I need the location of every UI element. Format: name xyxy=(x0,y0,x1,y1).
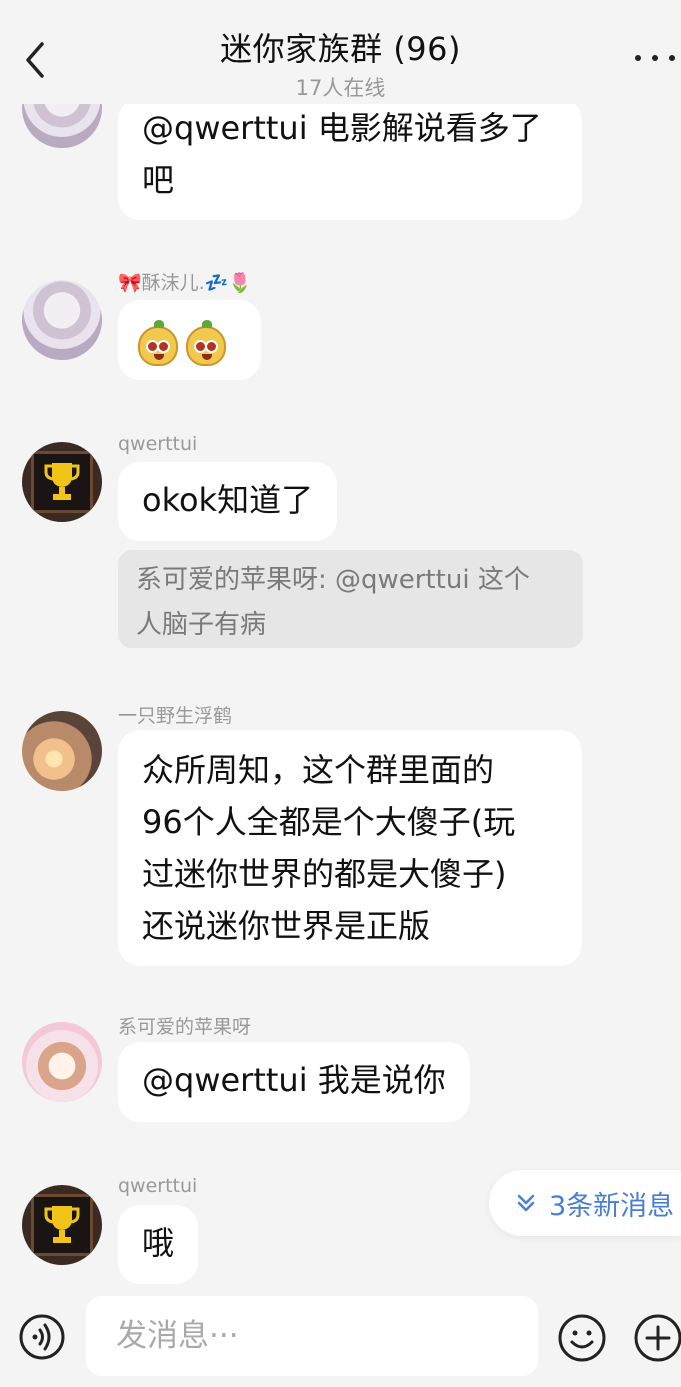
new-messages-button[interactable]: 3条新消息 xyxy=(489,1170,681,1236)
sender-name: 系可爱的苹果呀 xyxy=(118,1016,252,1038)
input-bar xyxy=(0,1287,681,1387)
emoji-icon xyxy=(558,1314,606,1362)
avatar[interactable] xyxy=(22,1185,102,1265)
online-count: 17人在线 xyxy=(295,76,386,100)
voice-icon xyxy=(19,1314,65,1360)
cute-face-emoji-icon xyxy=(186,320,226,366)
avatar[interactable] xyxy=(22,1022,102,1102)
sender-name: qwerttui xyxy=(118,1175,198,1197)
avatar[interactable] xyxy=(22,442,102,522)
message-bubble[interactable]: 哦 xyxy=(118,1205,199,1284)
message-bubble[interactable]: okok知道了 xyxy=(118,462,338,541)
avatar[interactable] xyxy=(22,280,102,360)
new-messages-label: 3条新消息 xyxy=(549,1190,675,1222)
voice-button[interactable] xyxy=(18,1313,66,1361)
trophy-icon xyxy=(44,1206,80,1243)
plus-button[interactable] xyxy=(633,1313,681,1363)
group-title[interactable]: 迷你家族群 (96) xyxy=(0,24,681,70)
sender-name: qwerttui xyxy=(118,433,198,455)
more-button[interactable] xyxy=(635,48,675,68)
sender-name: 一只野生浮鹤 xyxy=(118,705,233,727)
quoted-message[interactable]: 系可爱的苹果呀: @qwerttui 这个 人脑子有病 xyxy=(118,550,583,648)
message-bubble[interactable]: @qwerttui 电影解说看多了 吧 xyxy=(118,98,582,220)
emoji-button[interactable] xyxy=(557,1313,607,1363)
message-input[interactable] xyxy=(86,1296,538,1376)
more-dots-icon xyxy=(635,55,641,61)
cute-face-emoji-icon xyxy=(138,320,178,366)
plus-icon xyxy=(634,1314,681,1362)
trophy-icon xyxy=(44,463,80,500)
avatar[interactable] xyxy=(22,711,102,791)
message-bubble[interactable] xyxy=(118,300,261,380)
chat-header: 迷你家族群 (96) 17人在线 xyxy=(0,0,681,104)
message-bubble[interactable]: @qwerttui 我是说你 xyxy=(118,1042,470,1122)
message-bubble[interactable]: 众所周知，这个群里面的 96个人全都是个大傻子(玩 过迷你世界的都是大傻子) 还… xyxy=(118,730,582,966)
double-chevron-down-icon xyxy=(517,1194,535,1212)
sender-name: 🎀酥沫儿.💤🌷 xyxy=(118,272,253,294)
